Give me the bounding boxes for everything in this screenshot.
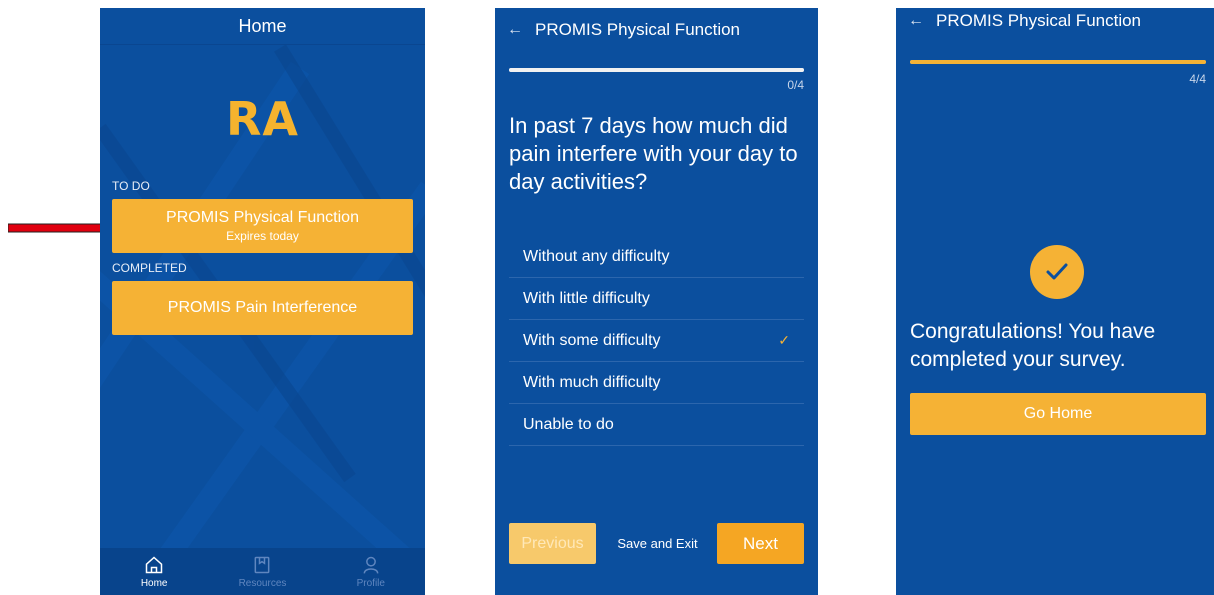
answer-option-selected[interactable]: With some difficulty ✓: [509, 320, 804, 362]
answer-option[interactable]: With little difficulty: [509, 278, 804, 320]
option-label: Unable to do: [523, 415, 614, 433]
progress-fill: [509, 68, 804, 72]
nav-label-resources: Resources: [238, 577, 287, 589]
survey-header: ← PROMIS Physical Function: [896, 8, 1214, 34]
nav-item-profile[interactable]: Profile: [331, 555, 411, 589]
answer-option[interactable]: Without any difficulty: [509, 236, 804, 278]
ra-logo: RA: [225, 92, 300, 146]
completion-message: Congratulations! You have completed your…: [910, 320, 1156, 371]
nav-label-profile: Profile: [356, 577, 385, 589]
option-label: With some difficulty: [523, 331, 661, 349]
nav-label-home: Home: [140, 577, 168, 589]
option-label: With much difficulty: [523, 373, 661, 391]
survey-title: PROMIS Physical Function: [535, 20, 741, 39]
option-label: With little difficulty: [523, 289, 650, 307]
previous-button[interactable]: Previous: [509, 523, 596, 564]
todo-task-card[interactable]: PROMIS Physical Function Expires today: [112, 199, 413, 253]
completed-task-card[interactable]: PROMIS Pain Interference: [112, 281, 413, 335]
todo-section-label: TO DO: [112, 179, 150, 193]
book-icon: [255, 556, 270, 573]
answer-options: Without any difficulty With little diffi…: [509, 236, 804, 446]
todo-task-title: PROMIS Physical Function: [166, 209, 359, 226]
save-and-exit-button[interactable]: Save and Exit: [615, 523, 700, 564]
bottom-navigation: Home Resources Profile: [100, 548, 425, 595]
progress-count: 4/4: [1189, 72, 1206, 86]
nav-item-resources[interactable]: Resources: [222, 555, 302, 589]
progress-fill: [910, 60, 1206, 64]
answer-option[interactable]: Unable to do: [509, 404, 804, 446]
question-text: In past 7 days how much did pain interfe…: [509, 113, 798, 194]
checkmark-icon: ✓: [778, 332, 790, 348]
next-button[interactable]: Next: [717, 523, 804, 564]
completed-section-label: COMPLETED: [112, 261, 187, 275]
person-icon: [363, 556, 379, 574]
go-home-button[interactable]: Go Home: [910, 393, 1206, 435]
progress-count: 0/4: [787, 78, 804, 92]
survey-header: ← PROMIS Physical Function: [495, 8, 818, 52]
completed-task-title: PROMIS Pain Interference: [167, 299, 358, 316]
arrow-left-icon[interactable]: ←: [495, 21, 535, 39]
page-title: Home: [238, 15, 287, 36]
option-label: Without any difficulty: [523, 247, 670, 265]
survey-title: PROMIS Physical Function: [936, 11, 1142, 30]
success-check-icon: [1030, 245, 1084, 299]
home-header: Home: [100, 8, 425, 45]
completion-screen: ← PROMIS Physical Function 4/4 Congratul…: [896, 8, 1214, 595]
survey-progress-bar: [910, 60, 1206, 64]
answer-option[interactable]: With much difficulty: [509, 362, 804, 404]
survey-progress-bar: [509, 68, 804, 72]
home-screen: Home RA TO DO PROMIS Physical Function E…: [100, 8, 425, 595]
arrow-left-icon[interactable]: ←: [896, 12, 936, 30]
home-icon: [145, 555, 163, 573]
question-screen: ← PROMIS Physical Function 0/4 In past 7…: [495, 8, 818, 595]
nav-item-home[interactable]: Home: [114, 555, 194, 589]
todo-task-expiry: Expires today: [226, 229, 299, 243]
